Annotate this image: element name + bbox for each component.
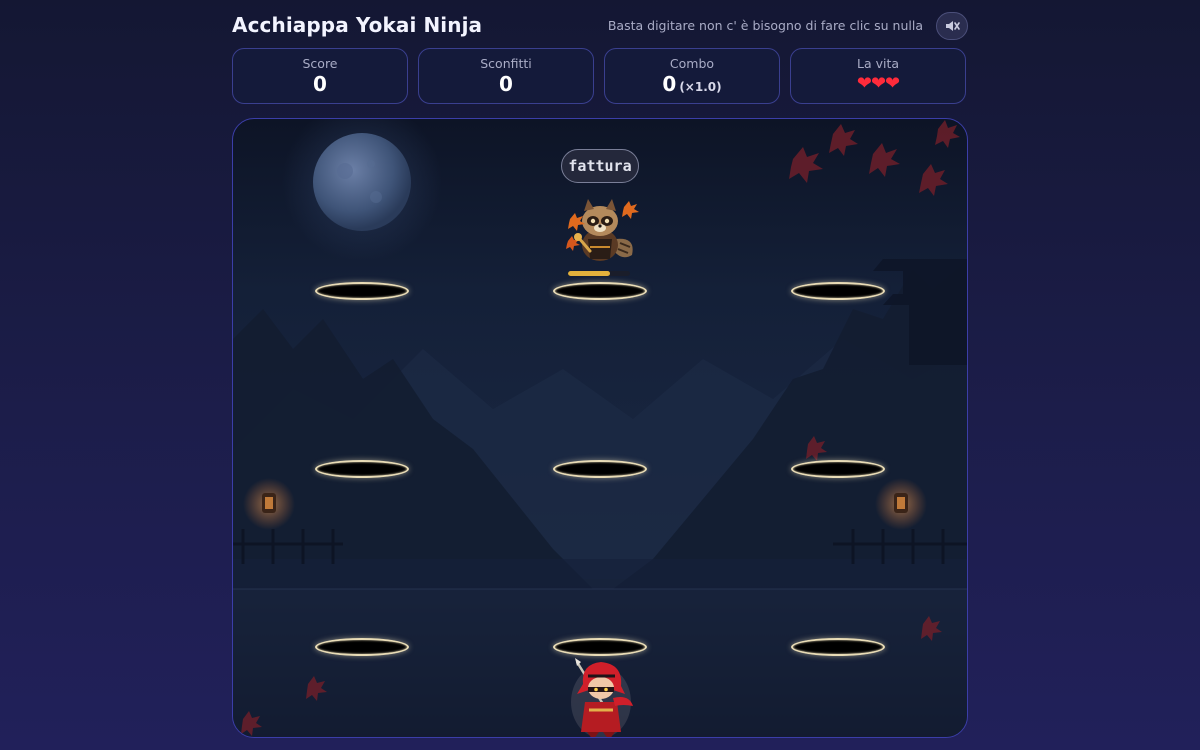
combo-multiplier: (×1.0) (679, 80, 722, 94)
defeated-value: 0 (499, 72, 513, 96)
combo-value: 0 (662, 72, 677, 96)
combo-panel: Combo 0 (×1.0) (604, 48, 780, 104)
game-app: Acchiappa Yokai Ninja Basta digitare non… (232, 0, 968, 750)
defeated-panel: Sconfitti 0 (418, 48, 594, 104)
hole-1 (315, 282, 409, 300)
hole-4 (315, 460, 409, 478)
yokai-word-bubble: fattura (561, 149, 639, 183)
score-value: 0 (313, 72, 327, 96)
hole-3 (791, 282, 885, 300)
score-label: Score (302, 56, 338, 71)
hole-6 (791, 460, 885, 478)
defeated-label: Sconfitti (480, 56, 532, 71)
combo-value-row: 0 (×1.0) (605, 72, 779, 96)
yokai-health-bar (568, 271, 630, 276)
combo-label: Combo (669, 56, 715, 71)
sound-toggle-button[interactable] (936, 12, 968, 40)
lives-hearts: ❤❤❤ (856, 73, 900, 94)
ninja-player-sprite (571, 658, 633, 737)
game-arena[interactable]: fattura (232, 118, 968, 738)
yokai-health-fill (568, 271, 611, 276)
hole-5 (553, 460, 647, 478)
lantern-right (875, 478, 927, 530)
lives-panel: La vita ❤❤❤ (790, 48, 966, 104)
speaker-muted-icon (946, 21, 960, 31)
lives-label: La vita (856, 56, 900, 71)
tanuki-yokai-sprite (566, 199, 639, 261)
hole-2 (553, 282, 647, 300)
moon-graphic (282, 119, 442, 262)
typing-hint: Basta digitare non c' è bisogno di fare … (607, 18, 923, 33)
lantern-left (243, 478, 295, 530)
hole-7 (315, 638, 409, 656)
score-panel: Score 0 (232, 48, 408, 104)
game-title: Acchiappa Yokai Ninja (232, 13, 483, 37)
hole-9 (791, 638, 885, 656)
